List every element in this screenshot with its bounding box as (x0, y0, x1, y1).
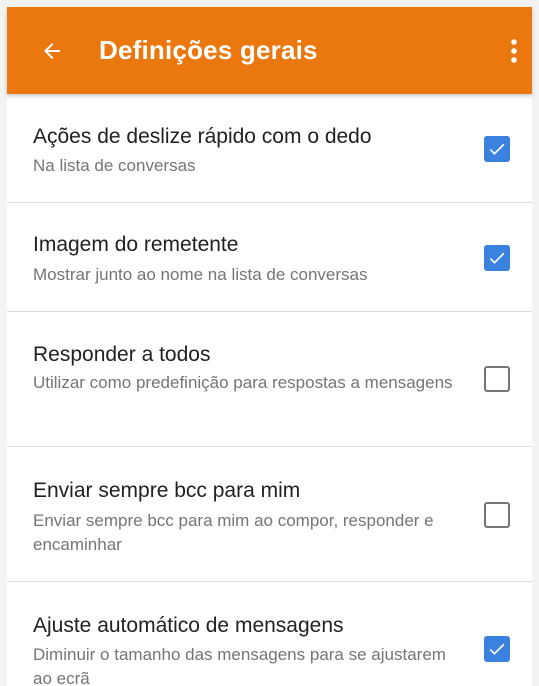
check-icon (489, 643, 505, 655)
setting-subtitle: Enviar sempre bcc para mim ao compor, re… (33, 511, 434, 554)
always-bcc-checkbox[interactable] (484, 502, 510, 528)
setting-title: Imagem do remetente (33, 233, 239, 256)
setting-title: Enviar sempre bcc para mim (33, 479, 301, 502)
more-vert-icon (511, 39, 517, 63)
setting-title: Ajuste automático de mensagens (33, 614, 344, 637)
auto-fit-checkbox[interactable] (484, 636, 510, 662)
setting-subtitle: Na lista de conversas (33, 156, 196, 175)
arrow-left-icon (44, 43, 60, 59)
app-bar: Definições gerais (7, 7, 532, 94)
check-icon (489, 252, 505, 264)
swipe-actions-checkbox[interactable] (484, 136, 510, 162)
setting-auto-fit[interactable]: Ajuste automático de mensagens Diminuir … (7, 582, 532, 686)
sender-image-checkbox[interactable] (484, 245, 510, 271)
page-title: Definições gerais (99, 35, 318, 65)
setting-swipe-actions[interactable]: Ações de deslize rápido com o dedo Na li… (7, 94, 532, 203)
settings-list: Ações de deslize rápido com o dedo Na li… (7, 94, 532, 686)
setting-subtitle: Mostrar junto ao nome na lista de conver… (33, 265, 368, 284)
setting-title: Responder a todos (33, 343, 211, 366)
setting-reply-all[interactable]: Responder a todos Utilizar como predefin… (7, 312, 532, 447)
setting-subtitle: Diminuir o tamanho das mensagens para se… (33, 645, 446, 686)
setting-title: Ações de deslize rápido com o dedo (33, 125, 372, 148)
more-options-button[interactable] (502, 32, 526, 70)
check-icon (489, 143, 505, 155)
reply-all-checkbox[interactable] (484, 366, 510, 392)
back-button[interactable] (33, 32, 71, 70)
setting-always-bcc[interactable]: Enviar sempre bcc para mim Enviar sempre… (7, 447, 532, 581)
setting-sender-image[interactable]: Imagem do remetente Mostrar junto ao nom… (7, 203, 532, 312)
setting-subtitle: Utilizar como predefinição para resposta… (33, 373, 453, 392)
settings-screen: Definições gerais Ações de deslize rápid… (0, 0, 539, 686)
